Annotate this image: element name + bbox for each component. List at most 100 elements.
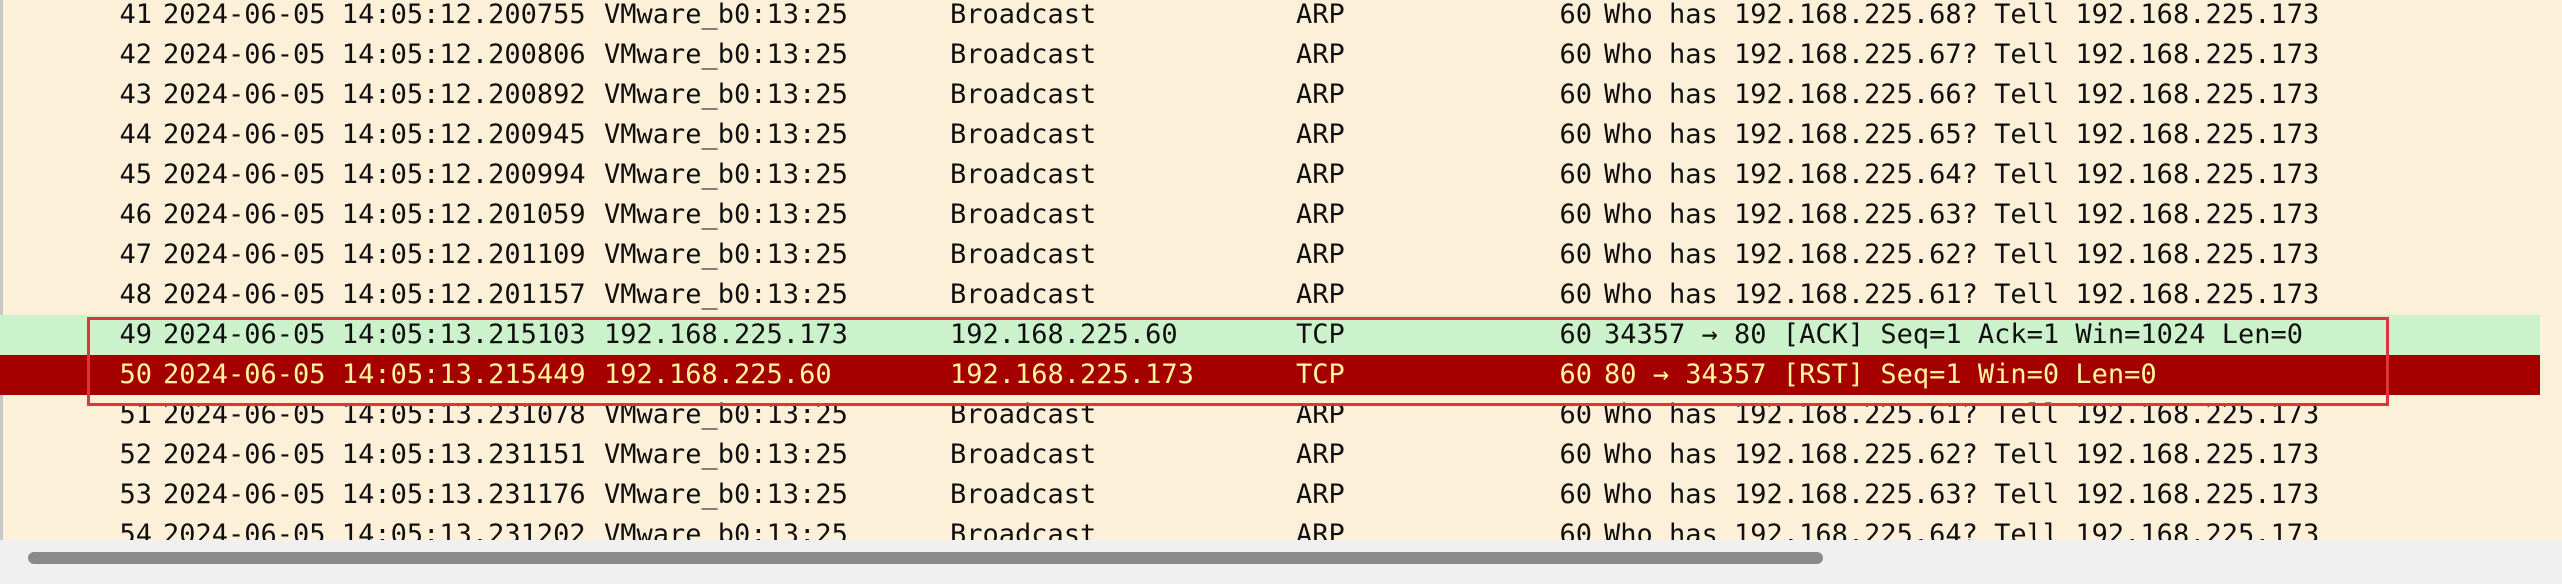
packet-time: 2024-06-05 14:05:13.231176 <box>163 479 586 510</box>
packet-number: 43 <box>119 79 152 110</box>
packet-info: Who has 192.168.225.64? Tell 192.168.225… <box>1604 519 2320 540</box>
scrollbar-thumb[interactable] <box>28 552 1823 564</box>
packet-source: VMware_b0:13:25 <box>604 279 848 310</box>
packet-info: Who has 192.168.225.65? Tell 192.168.225… <box>1604 119 2320 150</box>
packet-source: VMware_b0:13:25 <box>604 239 848 270</box>
packet-info: Who has 192.168.225.64? Tell 192.168.225… <box>1604 159 2320 190</box>
packet-length: 60 <box>1559 479 1592 510</box>
packet-protocol: TCP <box>1296 319 1345 350</box>
packet-source: VMware_b0:13:25 <box>604 519 848 540</box>
packet-row[interactable]: 49 2024-06-05 14:05:13.215103 192.168.225.… <box>0 315 2540 355</box>
packet-source: 192.168.225.173 <box>604 319 848 350</box>
packet-source: VMware_b0:13:25 <box>604 0 848 30</box>
horizontal-scrollbar[interactable] <box>0 540 2562 584</box>
packet-length: 60 <box>1559 79 1592 110</box>
packet-number: 48 <box>119 279 152 310</box>
packet-protocol: ARP <box>1296 0 1345 30</box>
packet-protocol: ARP <box>1296 119 1345 150</box>
packet-length: 60 <box>1559 159 1592 190</box>
packet-number: 54 <box>119 519 152 540</box>
packet-row[interactable]: 48 2024-06-05 14:05:12.201157 VMware_b0:13… <box>0 275 2540 315</box>
packet-number: 47 <box>119 239 152 270</box>
packet-protocol: ARP <box>1296 239 1345 270</box>
packet-destination: 192.168.225.173 <box>950 359 1194 390</box>
packet-time: 2024-06-05 14:05:13.215449 <box>163 359 586 390</box>
packet-row[interactable]: 50 2024-06-05 14:05:13.215449 192.168.225.… <box>0 355 2540 395</box>
packet-length: 60 <box>1559 519 1592 540</box>
packet-destination: Broadcast <box>950 199 1097 230</box>
packet-destination: Broadcast <box>950 479 1097 510</box>
packet-length: 60 <box>1559 199 1592 230</box>
packet-time: 2024-06-05 14:05:12.201109 <box>163 239 586 270</box>
packet-destination: Broadcast <box>950 279 1097 310</box>
packet-number: 45 <box>119 159 152 190</box>
packet-source: VMware_b0:13:25 <box>604 119 848 150</box>
packet-destination: Broadcast <box>950 519 1097 540</box>
packet-source: VMware_b0:13:25 <box>604 79 848 110</box>
packet-destination: Broadcast <box>950 159 1097 190</box>
packet-number: 46 <box>119 199 152 230</box>
packet-protocol: ARP <box>1296 479 1345 510</box>
packet-time: 2024-06-05 14:05:12.201157 <box>163 279 586 310</box>
packet-info: Who has 192.168.225.61? Tell 192.168.225… <box>1604 399 2320 430</box>
packet-time: 2024-06-05 14:05:12.200945 <box>163 119 586 150</box>
packet-time: 2024-06-05 14:05:13.231078 <box>163 399 586 430</box>
packet-number: 42 <box>119 39 152 70</box>
packet-info: Who has 192.168.225.63? Tell 192.168.225… <box>1604 479 2320 510</box>
packet-length: 60 <box>1559 359 1592 390</box>
packet-time: 2024-06-05 14:05:13.231151 <box>163 439 586 470</box>
packet-length: 60 <box>1559 239 1592 270</box>
packet-time: 2024-06-05 14:05:12.201059 <box>163 199 586 230</box>
packet-number: 50 <box>119 359 152 390</box>
packet-row[interactable]: 45 2024-06-05 14:05:12.200994 VMware_b0:13… <box>0 155 2540 195</box>
packet-row[interactable]: 47 2024-06-05 14:05:12.201109 VMware_b0:13… <box>0 235 2540 275</box>
packet-row[interactable]: 41 2024-06-05 14:05:12.200755 VMware_b0:13… <box>0 0 2540 35</box>
packet-destination: Broadcast <box>950 399 1097 430</box>
packet-destination: Broadcast <box>950 439 1097 470</box>
packet-destination: Broadcast <box>950 0 1097 30</box>
packet-protocol: ARP <box>1296 399 1345 430</box>
packet-row[interactable]: 46 2024-06-05 14:05:12.201059 VMware_b0:13… <box>0 195 2540 235</box>
packet-number: 44 <box>119 119 152 150</box>
packet-time: 2024-06-05 14:05:12.200755 <box>163 0 586 30</box>
packet-protocol: ARP <box>1296 39 1345 70</box>
packet-number: 49 <box>119 319 152 350</box>
packet-source: VMware_b0:13:25 <box>604 399 848 430</box>
packet-row[interactable]: 42 2024-06-05 14:05:12.200806 VMware_b0:13… <box>0 35 2540 75</box>
packet-row[interactable]: 54 2024-06-05 14:05:13.231202 VMware_b0:13… <box>0 515 2540 540</box>
packet-info: Who has 192.168.225.68? Tell 192.168.225… <box>1604 0 2320 30</box>
packet-rows: 41 2024-06-05 14:05:12.200755 VMware_b0:13… <box>0 0 2540 540</box>
packet-row[interactable]: 52 2024-06-05 14:05:13.231151 VMware_b0:13… <box>0 435 2540 475</box>
packet-info: Who has 192.168.225.63? Tell 192.168.225… <box>1604 199 2320 230</box>
packet-row[interactable]: 53 2024-06-05 14:05:13.231176 VMware_b0:13… <box>0 475 2540 515</box>
packet-destination: Broadcast <box>950 39 1097 70</box>
packet-time: 2024-06-05 14:05:12.200806 <box>163 39 586 70</box>
packet-time: 2024-06-05 14:05:13.215103 <box>163 319 586 350</box>
packet-source: VMware_b0:13:25 <box>604 159 848 190</box>
packet-source: VMware_b0:13:25 <box>604 439 848 470</box>
packet-row[interactable]: 44 2024-06-05 14:05:12.200945 VMware_b0:13… <box>0 115 2540 155</box>
packet-protocol: ARP <box>1296 159 1345 190</box>
packet-protocol: ARP <box>1296 79 1345 110</box>
packet-row[interactable]: 43 2024-06-05 14:05:12.200892 VMware_b0:13… <box>0 75 2540 115</box>
packet-number: 52 <box>119 439 152 470</box>
packet-length: 60 <box>1559 399 1592 430</box>
packet-list[interactable]: 41 2024-06-05 14:05:12.200755 VMware_b0:13… <box>0 0 2562 540</box>
packet-length: 60 <box>1559 439 1592 470</box>
packet-destination: Broadcast <box>950 79 1097 110</box>
packet-protocol: TCP <box>1296 359 1345 390</box>
packet-length: 60 <box>1559 0 1592 30</box>
packet-destination: Broadcast <box>950 239 1097 270</box>
packet-info: 34357 → 80 [ACK] Seq=1 Ack=1 Win=1024 Le… <box>1604 319 2303 350</box>
packet-info: 80 → 34357 [RST] Seq=1 Win=0 Len=0 <box>1604 359 2157 390</box>
packet-length: 60 <box>1559 279 1592 310</box>
packet-length: 60 <box>1559 39 1592 70</box>
packet-number: 51 <box>119 399 152 430</box>
packet-source: 192.168.225.60 <box>604 359 832 390</box>
packet-number: 53 <box>119 479 152 510</box>
packet-source: VMware_b0:13:25 <box>604 199 848 230</box>
packet-number: 41 <box>119 0 152 30</box>
packet-row[interactable]: 51 2024-06-05 14:05:13.231078 VMware_b0:13… <box>0 395 2540 435</box>
packet-source: VMware_b0:13:25 <box>604 479 848 510</box>
packet-time: 2024-06-05 14:05:12.200994 <box>163 159 586 190</box>
